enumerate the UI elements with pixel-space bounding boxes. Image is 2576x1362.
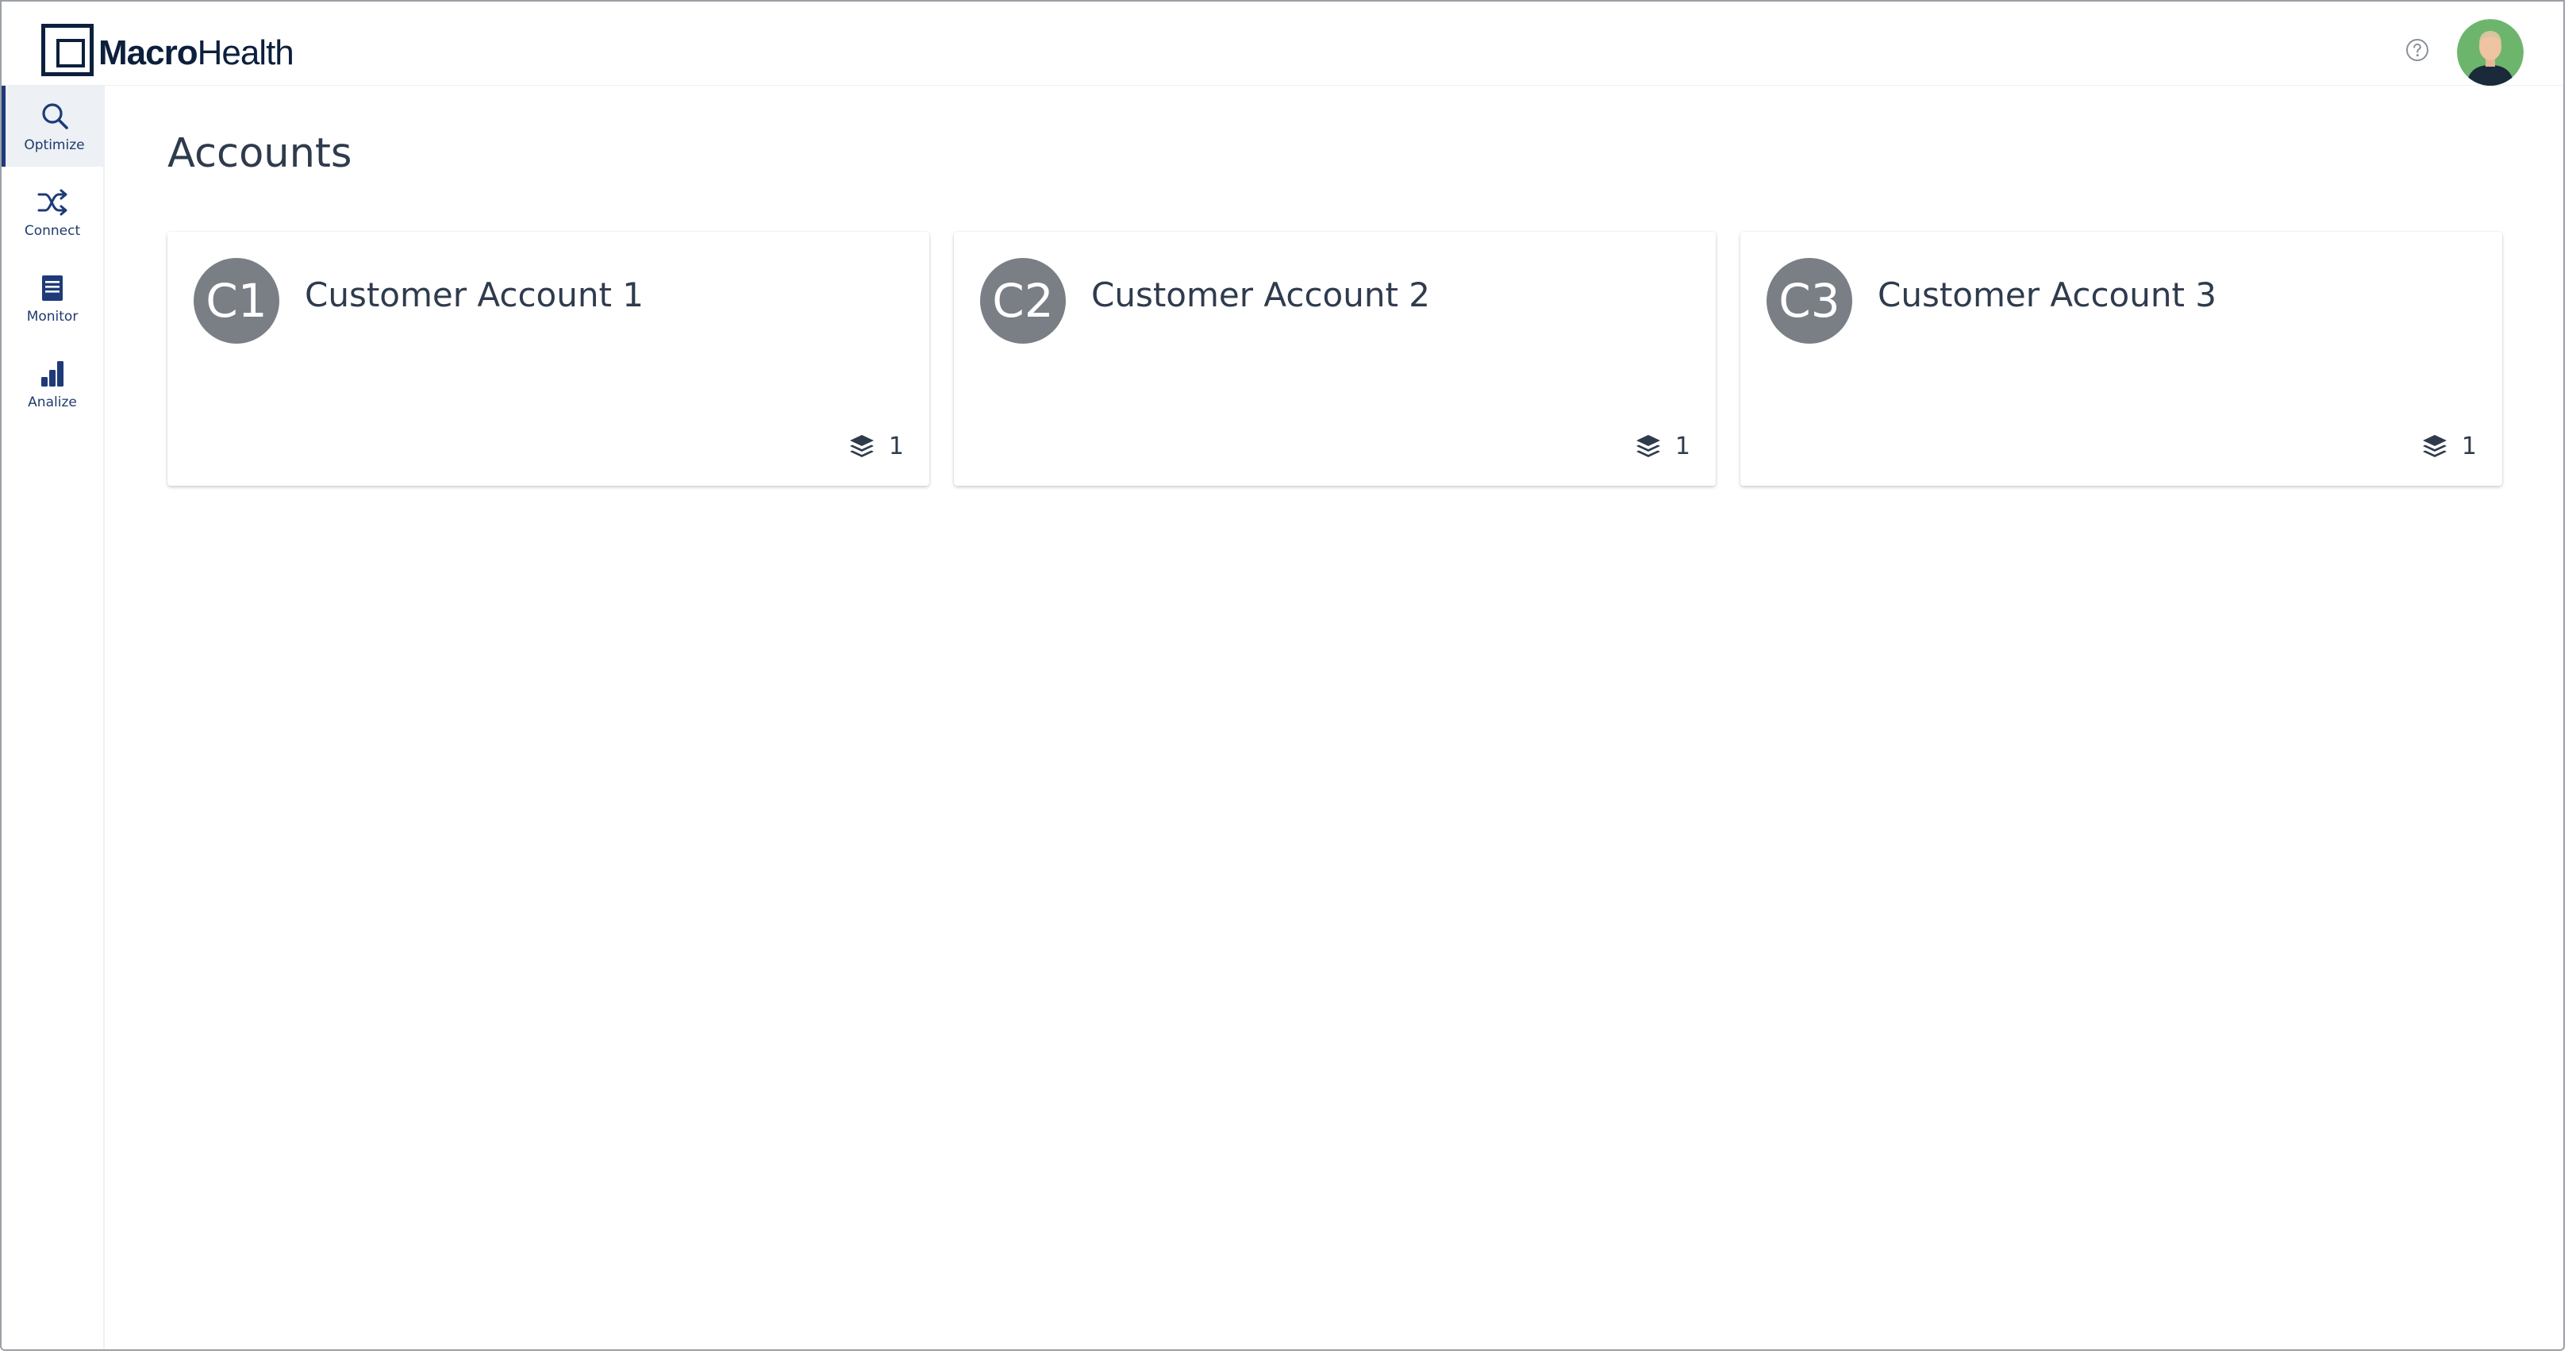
list-icon — [42, 275, 63, 301]
app-window: MacroHealth Optimize Connect Monitor Ana… — [0, 0, 2565, 1351]
account-footer: 1 — [848, 432, 904, 460]
account-count: 1 — [888, 432, 904, 460]
search-icon — [41, 103, 68, 129]
layers-icon — [849, 435, 874, 457]
account-count: 1 — [1674, 432, 1690, 460]
sidebar-item-connect[interactable]: Connect — [2, 171, 103, 252]
sidebar-item-analize[interactable]: Analize — [2, 343, 103, 424]
logo-text: MacroHealth — [98, 33, 294, 72]
account-footer: 1 — [2420, 432, 2477, 460]
layers-icon — [2422, 435, 2447, 457]
sidebar-nav: Optimize Connect Monitor Analize — [2, 86, 105, 1349]
account-card-2[interactable]: C2 Customer Account 2 1 — [954, 232, 1716, 486]
sidebar-item-monitor[interactable]: Monitor — [2, 257, 103, 338]
account-name: Customer Account 3 — [1878, 275, 2217, 314]
logo-mark-icon — [41, 24, 94, 76]
sidebar-item-label: Connect — [24, 223, 81, 239]
account-count: 1 — [2461, 432, 2477, 460]
account-avatar: C2 — [980, 258, 1066, 344]
account-avatar: C1 — [194, 258, 279, 344]
macrohealth-logo[interactable]: MacroHealth — [41, 24, 294, 76]
sidebar-item-optimize[interactable]: Optimize — [2, 86, 103, 167]
shuffle-icon — [37, 189, 67, 216]
top-header: MacroHealth — [2, 2, 2563, 86]
account-name: Customer Account 1 — [305, 275, 644, 314]
sidebar-item-label: Monitor — [26, 309, 79, 325]
account-footer: 1 — [1634, 432, 1690, 460]
account-card-3[interactable]: C3 Customer Account 3 1 — [1740, 232, 2502, 486]
account-card-1[interactable]: C1 Customer Account 1 1 — [167, 232, 929, 486]
account-name: Customer Account 2 — [1091, 275, 1431, 314]
page-title: Accounts — [167, 130, 352, 177]
account-avatar: C3 — [1767, 258, 1852, 344]
question-circle-icon[interactable] — [2405, 37, 2430, 63]
user-avatar[interactable] — [2457, 19, 2524, 86]
bar-chart-icon — [41, 361, 63, 387]
layers-icon — [1636, 435, 1660, 457]
sidebar-item-label: Optimize — [24, 137, 85, 153]
sidebar-item-label: Analize — [28, 394, 77, 410]
